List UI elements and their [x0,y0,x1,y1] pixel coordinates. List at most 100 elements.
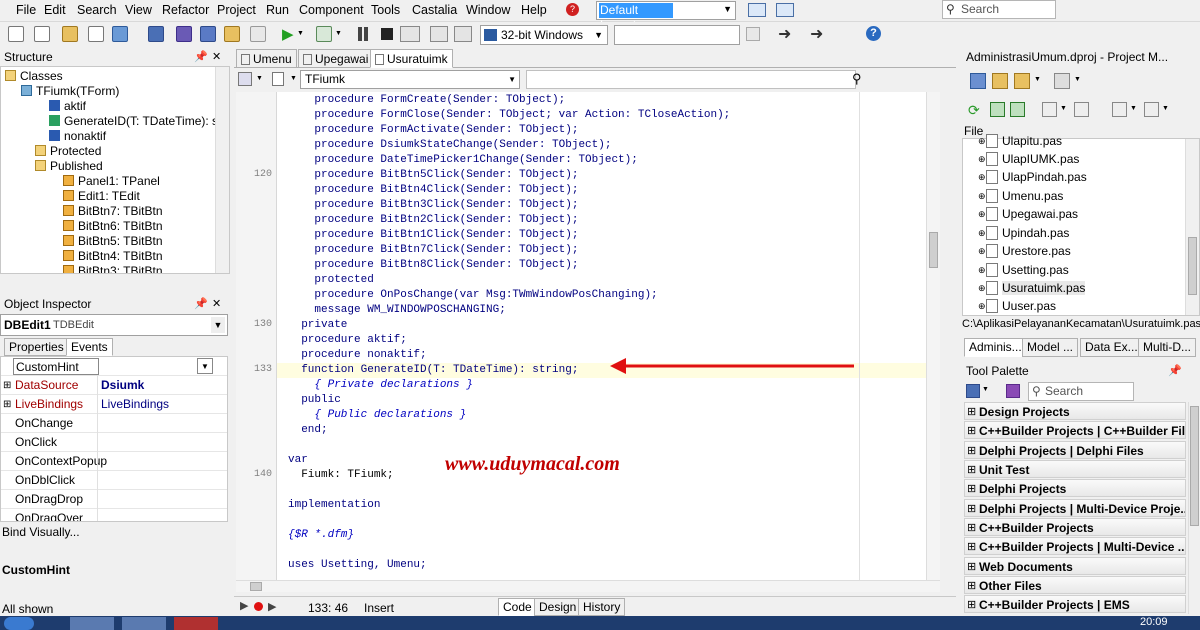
step-over-icon[interactable] [400,26,420,42]
activate-icon[interactable] [970,73,986,89]
tab-design[interactable]: Design [534,598,582,616]
code-line[interactable]: private [288,318,347,333]
menu-project[interactable]: Project [217,3,256,17]
code-line[interactable]: function GenerateID(T: TDateTime): strin… [288,363,578,378]
save-icon[interactable] [148,26,164,42]
menu-component[interactable]: Component [299,3,364,17]
back-arrow-icon[interactable]: ➜ [778,24,791,44]
scrollbar[interactable] [215,67,229,273]
palette-category[interactable]: ⊞ C++Builder Projects | C++Builder Files [964,421,1186,439]
forward-arrow-icon[interactable]: ➜ [810,24,823,44]
code-line[interactable]: procedure OnPosChange(var Msg:TWmWindowP… [288,288,657,303]
chevron-down-icon[interactable]: ▼ [982,386,989,393]
code-line[interactable]: procedure BitBtn3Click(Sender: TObject); [288,198,578,213]
expand-icon[interactable]: ⊕ [978,224,986,242]
ide-search-input[interactable]: ⚲ Search [942,0,1056,19]
class-explorer-icon[interactable] [238,72,252,86]
macro-dropdown-icon[interactable]: ▶ [268,600,276,613]
palette-category[interactable]: ⊞ Design Projects [964,402,1186,420]
scrollbar-thumb[interactable] [929,232,938,268]
menu-window[interactable]: Window [466,3,510,17]
view-options-icon[interactable] [1054,73,1070,89]
tree-item[interactable]: aktif [49,99,86,114]
chevron-down-icon[interactable]: ▼ [1130,105,1137,112]
expand-icon[interactable]: ⊕ [978,187,986,205]
palette-category[interactable]: ⊞ Delphi Projects | Multi-Device Proje... [964,499,1186,517]
chevron-down-icon[interactable]: ▼ [1074,76,1081,83]
code-line[interactable]: procedure BitBtn8Click(Sender: TObject); [288,258,578,273]
code-line[interactable]: procedure BitBtn2Click(Sender: TObject); [288,213,578,228]
expand-icon[interactable]: ⊕ [978,261,986,279]
tool-palette-search[interactable]: ⚲ Search [1028,382,1134,401]
tree-item[interactable]: BitBtn3: TBitBtn [63,264,163,273]
folder-icon[interactable] [1014,73,1030,89]
code-line[interactable]: procedure FormCreate(Sender: TObject); [288,93,565,108]
code-line[interactable]: procedure DateTimePicker1Change(Sender: … [288,153,637,168]
tab-properties[interactable]: Properties [4,338,69,356]
property-value[interactable]: Dsiumk [101,376,144,395]
code-line[interactable]: procedure BitBtn7Click(Sender: TObject); [288,243,578,258]
reopen-icon[interactable] [112,26,128,42]
palette-category[interactable]: ⊞ Unit Test [964,460,1186,478]
trace-into-icon[interactable] [430,26,448,42]
palette-category[interactable]: ⊞ C++Builder Projects | EMS [964,595,1186,613]
menu-edit[interactable]: Edit [44,3,66,17]
sync-icon[interactable]: ⟳ [968,102,980,119]
tree-item[interactable]: nonaktif [49,129,106,144]
project-file-item[interactable]: ⊕ Uuser.pas [978,297,1056,315]
tab-upegawai[interactable]: Upegawai [298,49,374,68]
build-icon[interactable] [1074,102,1089,117]
device-icon[interactable] [746,27,760,41]
chevron-down-icon[interactable]: ▼ [197,358,213,374]
stop-icon[interactable] [381,28,393,40]
taskbar-delphi[interactable] [174,617,218,630]
palette-category[interactable]: ⊞ Delphi Projects [964,479,1186,497]
macro-play-icon[interactable]: ▶ [240,599,248,612]
menu-view[interactable]: View [125,3,152,17]
close-icon[interactable]: ✕ [212,295,221,313]
code-line[interactable]: end; [288,423,327,438]
component-selector[interactable]: DBEdit1 TDBEdit ▼ [0,314,228,336]
tab-usuratuimk[interactable]: Usuratuimk [370,49,453,68]
help-icon[interactable]: ? [866,26,881,41]
code-line[interactable]: procedure FormActivate(Sender: TObject); [288,123,578,138]
new-icon[interactable] [8,26,24,42]
tree-item[interactable]: Edit1: TEdit [63,189,140,204]
tab-code[interactable]: Code [498,598,537,616]
scrollbar-thumb[interactable] [1190,406,1199,526]
code-line[interactable]: { Private declarations } [288,378,472,393]
property-row[interactable]: OnContextPopup [1,452,227,471]
chevron-down-icon[interactable]: ▼ [290,75,297,82]
code-line[interactable]: protected [288,273,373,288]
chevron-down-icon[interactable]: ▼ [1162,105,1169,112]
start-button[interactable] [4,617,34,630]
tab-model-view[interactable]: Model ... [1022,338,1079,357]
code-line[interactable]: implementation [288,498,380,513]
code-line[interactable]: {$R *.dfm} [288,528,354,543]
code-line[interactable]: procedure nonaktif; [288,348,426,363]
palette-category[interactable]: ⊞ Web Documents [964,557,1186,575]
tree-item[interactable]: BitBtn6: TBitBtn [63,219,163,234]
vertical-scrollbar[interactable] [926,92,940,580]
search-icon[interactable]: ⚲ [852,71,862,87]
chevron-down-icon[interactable]: ▼ [256,75,263,82]
project-file-item[interactable]: ⊕ Usetting.pas [978,261,1069,279]
code-line[interactable]: procedure BitBtn5Click(Sender: TObject); [288,168,578,183]
property-row[interactable]: OnClick [1,433,227,452]
add-file-icon[interactable] [224,26,240,42]
expand-icon[interactable]: ⊕ [978,168,986,186]
code-line[interactable]: procedure DsiumkStateChange(Sender: TObj… [288,138,611,153]
palette-category[interactable]: ⊞ C++Builder Projects | Multi-Device ... [964,537,1186,555]
project-file-item[interactable]: ⊕ Umenu.pas [978,187,1063,205]
run-dropdown-icon[interactable]: ▼ [297,30,304,37]
tree-item[interactable]: Classes [5,69,63,84]
pause-icon[interactable] [358,27,362,41]
class-combo[interactable]: TFiumk ▼ [300,70,520,89]
expand-icon[interactable]: ⊞ [3,376,11,395]
tree-item[interactable]: BitBtn5: TBitBtn [63,234,163,249]
expand-icon[interactable]: ⊕ [978,132,986,150]
member-combo[interactable] [526,70,856,89]
tree-item[interactable]: Published [35,159,103,174]
tree-item[interactable]: Protected [35,144,101,159]
menu-run[interactable]: Run [266,3,289,17]
